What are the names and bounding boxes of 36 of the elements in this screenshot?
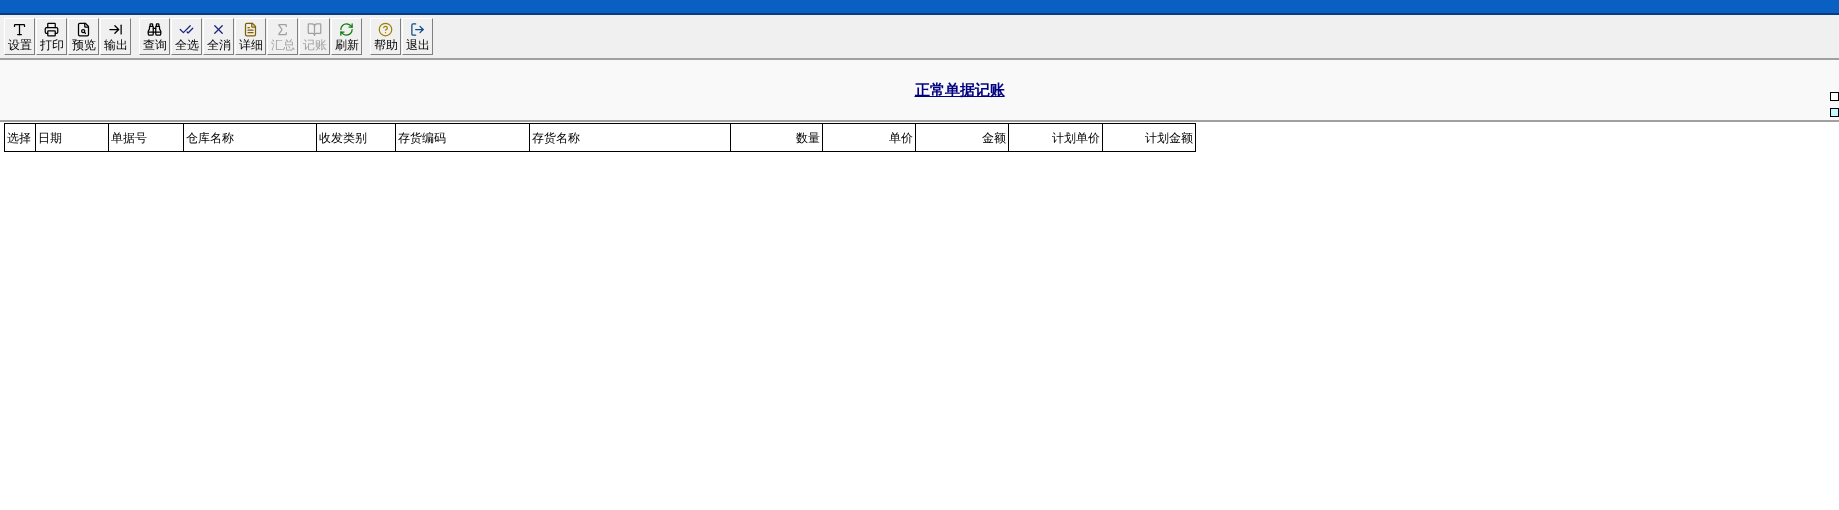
printer-icon — [44, 22, 59, 37]
column-header[interactable]: 日期 — [36, 124, 109, 151]
column-header[interactable]: 金额 — [916, 124, 1009, 151]
magnifier-page-icon — [76, 22, 91, 37]
column-header[interactable]: 单据号 — [109, 124, 184, 151]
column-header[interactable]: 选择 — [5, 124, 36, 151]
toolbar-button[interactable]: 设置 — [4, 18, 35, 55]
column-header[interactable]: 存货编码 — [396, 124, 530, 151]
small-square-icon — [1830, 108, 1839, 117]
toolbar-button[interactable]: 输出 — [100, 18, 131, 55]
toolbar-button[interactable]: 帮助 — [370, 18, 401, 55]
column-header[interactable]: 数量 — [731, 124, 823, 151]
column-header[interactable]: 仓库名称 — [184, 124, 317, 151]
toolbar-button[interactable]: 预览 — [68, 18, 99, 55]
sigma-icon — [275, 22, 290, 37]
column-header[interactable]: 单价 — [823, 124, 916, 151]
toolbar-button[interactable]: 全消 — [203, 18, 234, 55]
column-header[interactable]: 存货名称 — [530, 124, 731, 151]
cross-icon — [211, 22, 226, 37]
help-icon — [378, 22, 393, 37]
arrow-icon — [108, 22, 123, 37]
binoculars-icon — [147, 22, 162, 37]
refresh-icon — [339, 22, 354, 37]
toolbar-button[interactable]: 全选 — [171, 18, 202, 55]
exit-door-icon — [410, 22, 425, 37]
toolbar-button[interactable]: 打印 — [36, 18, 67, 55]
column-header[interactable]: 计划单价 — [1009, 124, 1103, 151]
document-icon — [243, 22, 258, 37]
toolbar-button[interactable]: 详细 — [235, 18, 266, 55]
column-header[interactable]: 计划金额 — [1103, 124, 1195, 151]
column-header[interactable]: 收发类别 — [317, 124, 396, 151]
report-title: 正常单据记账 — [914, 79, 1005, 101]
book-icon — [307, 22, 322, 37]
toolbar-button[interactable]: 查询 — [139, 18, 170, 55]
toolbar-button[interactable]: 刷新 — [331, 18, 362, 55]
toolbar-button[interactable]: 退出 — [402, 18, 433, 55]
